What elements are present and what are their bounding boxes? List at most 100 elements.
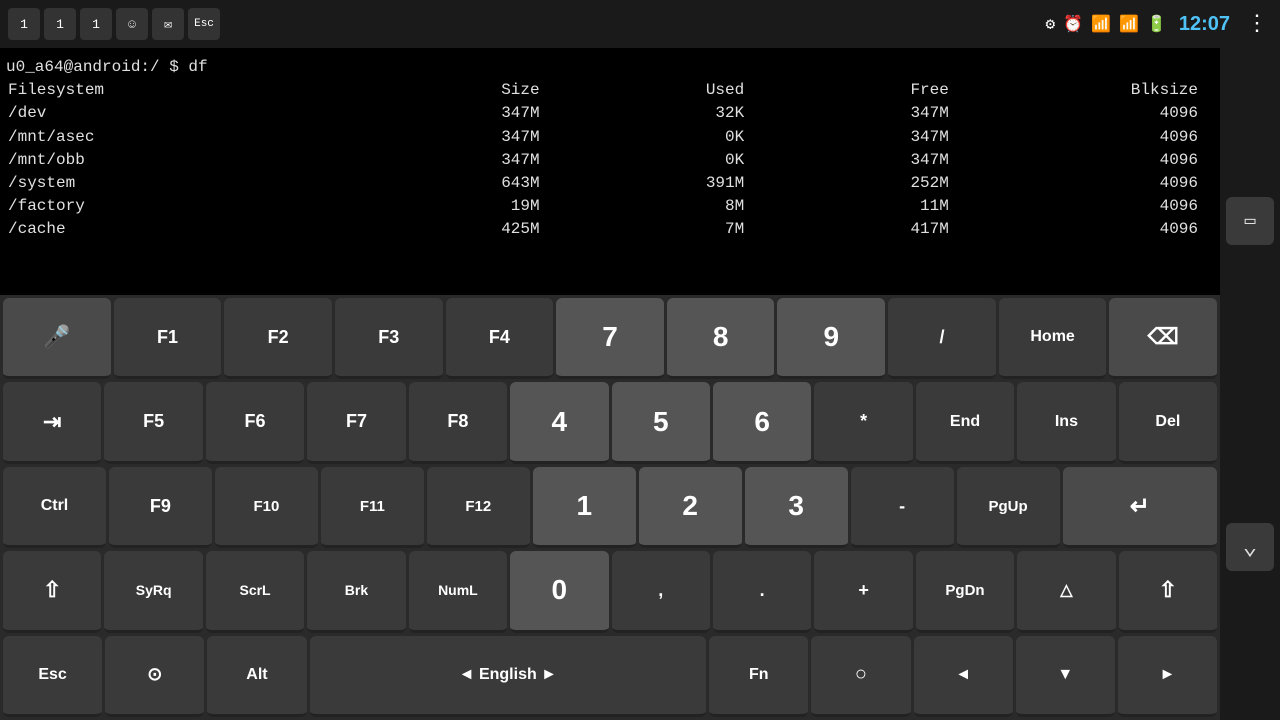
key-ins[interactable]: Ins (1017, 382, 1115, 463)
key-f7[interactable]: F7 (307, 382, 405, 463)
key-brk[interactable]: Brk (307, 551, 405, 632)
key-plus[interactable]: + (814, 551, 912, 632)
keyboard: 🎤 F1 F2 F3 F4 7 8 9 / Home ⌫ ⇥ F5 F6 F7 … (0, 295, 1220, 720)
df-cell-3-1: 643M (351, 172, 556, 195)
df-cell-1-1: 347M (351, 126, 556, 149)
status-bar: 1 1 1 ☺ ✉ Esc ⚙ ⏰ 📶 📶 🔋 12:07 ⋮ (0, 0, 1280, 48)
notif-1: 1 (8, 8, 40, 40)
key-pgdn[interactable]: PgDn (916, 551, 1014, 632)
key-up-arrow[interactable]: △ (1017, 551, 1115, 632)
key-numl[interactable]: NumL (409, 551, 507, 632)
key-right-arrow[interactable]: ► (1118, 636, 1217, 717)
key-5[interactable]: 5 (612, 382, 710, 463)
key-esc[interactable]: Esc (3, 636, 102, 717)
df-cell-4-3: 11M (760, 195, 965, 218)
key-alt[interactable]: Alt (207, 636, 306, 717)
key-f4[interactable]: F4 (446, 298, 554, 379)
key-8[interactable]: 8 (667, 298, 775, 379)
df-row-0: /dev347M32K347M4096 (6, 102, 1214, 125)
key-fn[interactable]: Fn (709, 636, 808, 717)
key-9[interactable]: 9 (777, 298, 885, 379)
notif-mail: ✉ (152, 8, 184, 40)
key-f6[interactable]: F6 (206, 382, 304, 463)
signal-icon: 📶 (1119, 14, 1139, 34)
col-used: Used (556, 79, 761, 102)
df-row-4: /factory19M8M11M4096 (6, 195, 1214, 218)
key-pgup[interactable]: PgUp (957, 467, 1060, 548)
key-f8[interactable]: F8 (409, 382, 507, 463)
notif-2: 1 (44, 8, 76, 40)
key-f12[interactable]: F12 (427, 467, 530, 548)
key-slash[interactable]: / (888, 298, 996, 379)
key-del[interactable]: Del (1119, 382, 1217, 463)
notification-icons: 1 1 1 ☺ ✉ Esc (8, 0, 220, 48)
df-cell-0-3: 347M (760, 102, 965, 125)
kb-row-2: ⇥ F5 F6 F7 F8 4 5 6 * End Ins Del (3, 382, 1217, 463)
df-cell-4-0: /factory (6, 195, 351, 218)
key-backspace[interactable]: ⌫ (1109, 298, 1217, 379)
key-home[interactable]: Home (999, 298, 1107, 379)
key-mic[interactable]: 🎤 (3, 298, 111, 379)
key-1[interactable]: 1 (533, 467, 636, 548)
key-tab[interactable]: ⇥ (3, 382, 101, 463)
key-f2[interactable]: F2 (224, 298, 332, 379)
key-f10[interactable]: F10 (215, 467, 318, 548)
key-3[interactable]: 3 (745, 467, 848, 548)
key-sysrq[interactable]: SyRq (104, 551, 202, 632)
df-cell-4-1: 19M (351, 195, 556, 218)
key-scrl[interactable]: ScrL (206, 551, 304, 632)
key-down-arrow[interactable]: ▼ (1016, 636, 1115, 717)
key-f1[interactable]: F1 (114, 298, 222, 379)
df-cell-1-4: 4096 (965, 126, 1214, 149)
key-0[interactable]: 0 (510, 551, 608, 632)
df-header: Filesystem Size Used Free Blksize (6, 79, 1214, 102)
right-panel-top-btn[interactable]: ▭ (1226, 197, 1274, 245)
clock: 12:07 (1179, 13, 1230, 36)
df-cell-2-0: /mnt/obb (6, 149, 351, 172)
key-enter[interactable]: ↵ (1063, 467, 1217, 548)
key-f11[interactable]: F11 (321, 467, 424, 548)
key-left-arrow[interactable]: ◄ (914, 636, 1013, 717)
df-cell-1-3: 347M (760, 126, 965, 149)
df-cell-4-4: 4096 (965, 195, 1214, 218)
key-7[interactable]: 7 (556, 298, 664, 379)
key-dot[interactable]: . (713, 551, 811, 632)
notif-esc: Esc (188, 8, 220, 40)
key-home-circle[interactable]: ○ (811, 636, 910, 717)
key-minus[interactable]: - (851, 467, 954, 548)
key-comma[interactable]: , (612, 551, 710, 632)
kb-row-4: ⇧ SyRq ScrL Brk NumL 0 , . + PgDn △ ⇧ (3, 551, 1217, 632)
key-f5[interactable]: F5 (104, 382, 202, 463)
col-filesystem: Filesystem (6, 79, 351, 102)
key-circle-settings[interactable]: ⊙ (105, 636, 204, 717)
kb-row-bottom: Esc ⊙ Alt ◄ English ► Fn ○ ◄ ▼ ► (3, 636, 1217, 717)
key-2[interactable]: 2 (639, 467, 742, 548)
df-cell-5-0: /cache (6, 218, 351, 241)
key-4[interactable]: 4 (510, 382, 608, 463)
df-cell-0-4: 4096 (965, 102, 1214, 125)
df-cell-2-2: 0K (556, 149, 761, 172)
df-cell-5-3: 417M (760, 218, 965, 241)
df-table: Filesystem Size Used Free Blksize /dev34… (6, 79, 1214, 241)
right-panel-bottom-btn[interactable]: ⌄ (1226, 523, 1274, 571)
col-blksize: Blksize (965, 79, 1214, 102)
df-cell-3-4: 4096 (965, 172, 1214, 195)
key-f9[interactable]: F9 (109, 467, 212, 548)
key-shift-right[interactable]: ⇧ (1119, 551, 1217, 632)
notif-smiley: ☺ (116, 8, 148, 40)
wifi-icon: 📶 (1091, 14, 1111, 34)
df-cell-0-2: 32K (556, 102, 761, 125)
key-language[interactable]: ◄ English ► (310, 636, 707, 717)
key-star[interactable]: * (814, 382, 912, 463)
key-6[interactable]: 6 (713, 382, 811, 463)
key-shift-left[interactable]: ⇧ (3, 551, 101, 632)
more-icon[interactable]: ⋮ (1246, 11, 1268, 37)
df-cell-0-0: /dev (6, 102, 351, 125)
col-size: Size (351, 79, 556, 102)
df-row-3: /system643M391M252M4096 (6, 172, 1214, 195)
key-end[interactable]: End (916, 382, 1014, 463)
key-ctrl[interactable]: Ctrl (3, 467, 106, 548)
key-f3[interactable]: F3 (335, 298, 443, 379)
battery-icon: 🔋 (1147, 14, 1167, 34)
df-cell-3-2: 391M (556, 172, 761, 195)
